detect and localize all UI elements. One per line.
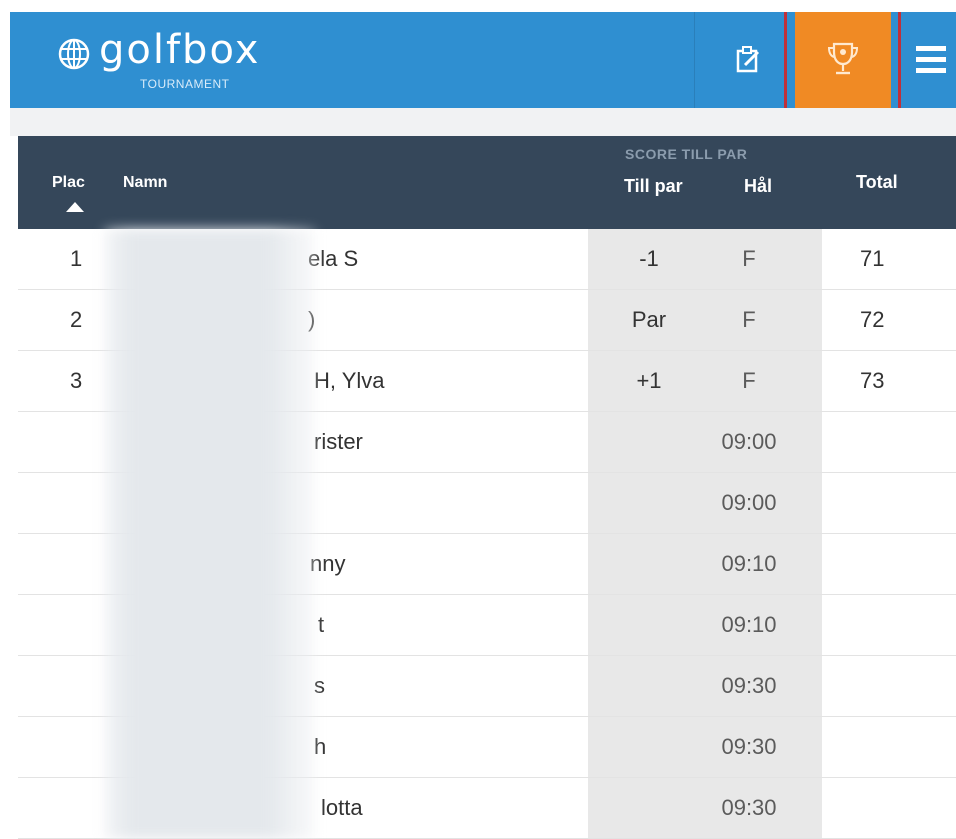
brand-name: golfbox xyxy=(99,27,261,73)
row-total: 73 xyxy=(860,368,885,393)
row-hole: 09:00 xyxy=(721,429,777,454)
toolbar-divider xyxy=(694,12,695,108)
leaderboard-button[interactable] xyxy=(795,12,891,108)
header-spacer xyxy=(10,108,956,136)
column-header-total[interactable]: Total xyxy=(856,172,898,193)
column-header-to-par[interactable]: Till par xyxy=(624,176,683,197)
golfbox-logo[interactable]: golfbox TOURNAMENT xyxy=(57,27,327,93)
row-name: s xyxy=(314,673,325,698)
row-name: ela S xyxy=(308,246,359,271)
notes-edit-icon xyxy=(736,46,760,73)
row-name: t xyxy=(318,612,325,637)
row-place: 1 xyxy=(70,246,83,271)
scorecard-button[interactable] xyxy=(704,12,794,108)
row-name: lotta xyxy=(321,795,363,820)
row-place: 3 xyxy=(70,368,83,393)
trophy-icon xyxy=(827,42,859,75)
table-header: Plac Namn SCORE TILL PAR Till par Hål To… xyxy=(18,136,956,229)
hamburger-menu-icon xyxy=(915,46,946,73)
globe-logo-icon xyxy=(58,38,90,70)
brand-subtitle: TOURNAMENT xyxy=(140,77,230,91)
sort-ascending-icon[interactable] xyxy=(66,202,84,212)
menu-button[interactable] xyxy=(905,12,956,108)
row-name: nny xyxy=(310,551,346,576)
row-hole: F xyxy=(742,307,756,332)
column-group-label: SCORE TILL PAR xyxy=(625,146,748,162)
row-name: H, Ylva xyxy=(314,368,385,393)
column-header-place[interactable]: Plac xyxy=(52,174,85,192)
column-header-name[interactable]: Namn xyxy=(123,174,167,192)
row-hole: F xyxy=(742,246,756,271)
row-hole: 09:30 xyxy=(721,795,777,820)
row-hole: 09:30 xyxy=(721,673,777,698)
row-hole: 09:10 xyxy=(721,612,777,637)
row-total: 72 xyxy=(860,307,885,332)
row-hole: 09:10 xyxy=(721,551,777,576)
row-to-par: -1 xyxy=(639,246,659,271)
row-hole: 09:30 xyxy=(721,734,777,759)
row-hole: F xyxy=(742,368,756,393)
row-to-par: +1 xyxy=(636,368,662,393)
name-privacy-blur xyxy=(105,229,315,839)
row-total: 71 xyxy=(860,246,885,271)
row-hole: 09:00 xyxy=(721,490,777,515)
column-header-hole[interactable]: Hål xyxy=(744,176,772,197)
row-place: 2 xyxy=(70,307,83,332)
row-to-par: Par xyxy=(631,307,667,332)
row-name: rister xyxy=(314,429,363,454)
top-navigation-bar: golfbox TOURNAMENT xyxy=(10,12,956,137)
row-name: h xyxy=(314,734,327,759)
